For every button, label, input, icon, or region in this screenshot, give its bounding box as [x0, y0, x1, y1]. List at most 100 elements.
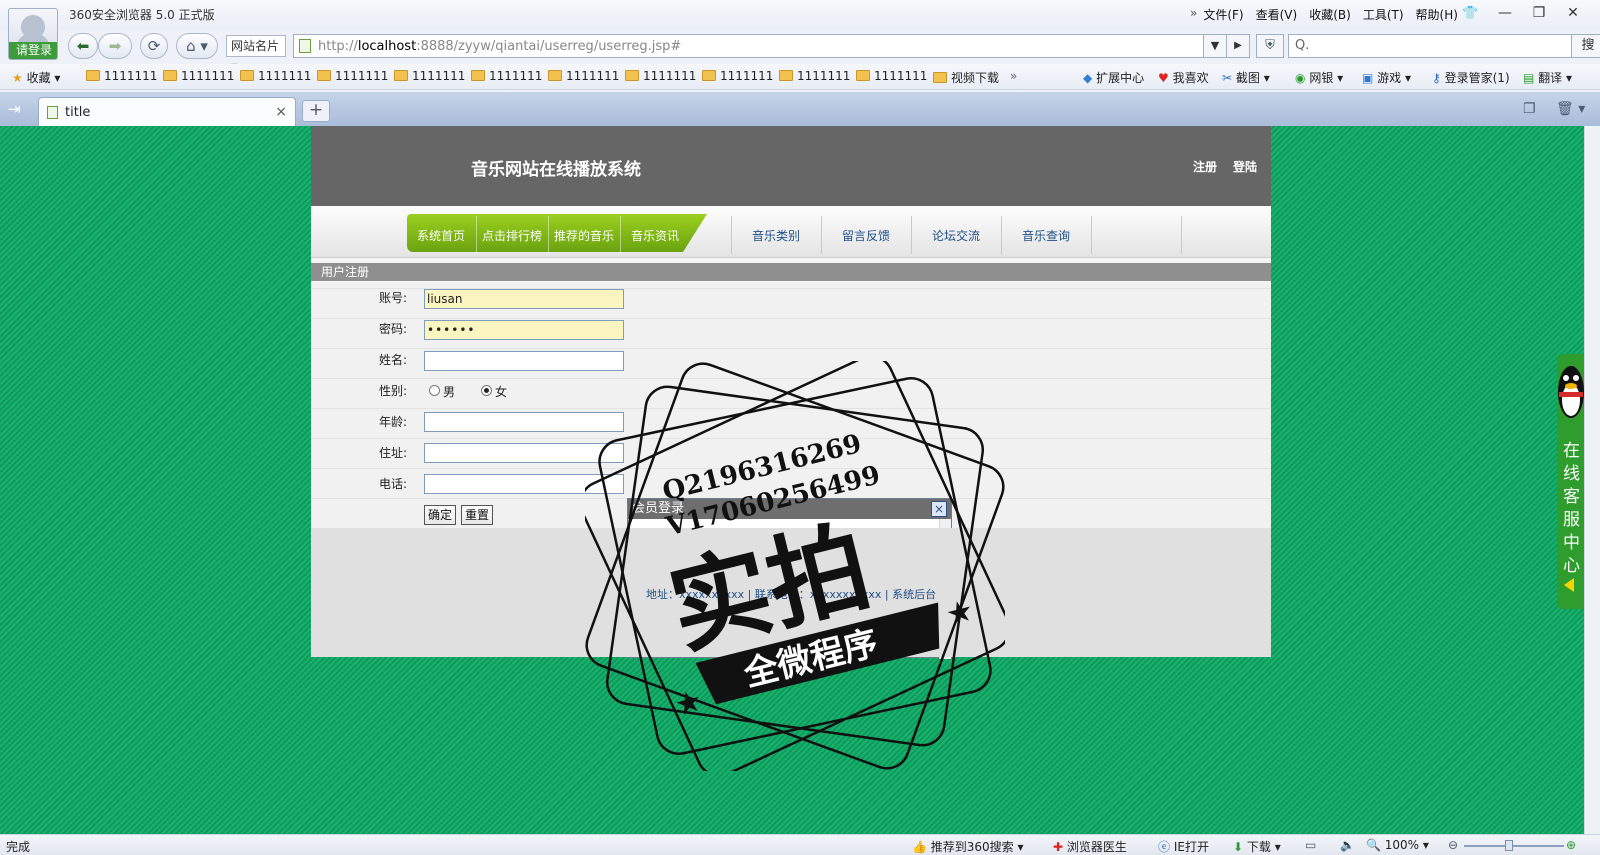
collapse-arrow-icon[interactable] — [1564, 578, 1574, 592]
favorite-item[interactable]: 1111111 — [548, 69, 619, 83]
gender-male-radio[interactable] — [429, 385, 440, 396]
site-card-dropdown[interactable]: 网站名片 ▾ — [226, 35, 286, 73]
screen-icon[interactable]: ▭ — [1305, 838, 1316, 852]
nav-search[interactable]: 音乐查询 — [1022, 227, 1070, 244]
restore-icon[interactable]: ❐ — [1524, 3, 1554, 23]
password-input[interactable]: •••••• — [424, 320, 624, 340]
account-input[interactable]: liusan — [424, 289, 624, 309]
menu-favorites[interactable]: 收藏(B) — [1309, 6, 1351, 23]
address-dropdown-icon[interactable]: ▼ — [1203, 34, 1227, 58]
menu-help[interactable]: 帮助(H) — [1416, 6, 1458, 23]
folder-icon — [548, 70, 562, 81]
online-bank[interactable]: ◉ 网银 ▾ — [1295, 69, 1343, 86]
login-button[interactable]: 请登录 — [9, 42, 57, 59]
favorite-item[interactable]: 1111111 — [471, 69, 542, 83]
open-in-ie[interactable]: ⓔ IE打开 — [1158, 838, 1209, 855]
favorite-item[interactable]: 1111111 — [317, 69, 388, 83]
nav-news[interactable]: 音乐资讯 — [631, 227, 679, 244]
nav-divider — [476, 216, 477, 254]
phone-input[interactable] — [424, 474, 624, 494]
nav-categories[interactable]: 音乐类别 — [752, 227, 800, 244]
zoom-out-icon[interactable]: ⊖ — [1448, 838, 1458, 852]
favorite-item[interactable]: 1111111 — [779, 69, 850, 83]
login-link[interactable]: 登陆 — [1233, 158, 1257, 175]
close-icon[interactable]: × — [931, 501, 947, 517]
go-icon[interactable]: ▶ — [1226, 34, 1250, 58]
folder-icon — [779, 70, 793, 81]
menu-overflow-icon[interactable]: » — [1190, 6, 1197, 23]
page-scrollbar[interactable] — [1584, 126, 1600, 834]
restore-tabs-icon[interactable]: ❐ — [1523, 101, 1536, 117]
close-tab-icon[interactable]: × — [275, 104, 287, 120]
favorites-menu[interactable]: ★ 收藏 ▾ — [12, 69, 60, 86]
zoom-level[interactable]: 🔍 100% ▾ — [1366, 838, 1429, 852]
search-button[interactable]: 搜 — [1571, 34, 1600, 58]
nav-feedback[interactable]: 留言反馈 — [842, 227, 890, 244]
reset-button[interactable]: 重置 — [461, 505, 494, 525]
name-input[interactable] — [424, 351, 624, 371]
address-bar[interactable]: http://localhost:8888/zyyw/qiantai/userr… — [293, 34, 1225, 58]
tab-bar: ⇥ title × + ❐ 🗑 ▾ — [0, 92, 1600, 126]
close-window-icon[interactable]: ✕ — [1558, 3, 1588, 23]
menu-tools[interactable]: 工具(T) — [1363, 6, 1404, 23]
tab-active[interactable]: title × — [38, 97, 296, 126]
address-input[interactable] — [424, 443, 624, 463]
zoom-slider[interactable] — [1464, 845, 1564, 847]
gender-label: 性别: — [379, 384, 408, 398]
extension-center[interactable]: ◆ 扩展中心 — [1083, 69, 1144, 86]
submit-button[interactable]: 确定 — [424, 505, 457, 525]
refresh-icon[interactable]: ⟳ — [140, 33, 168, 59]
favorite-item[interactable]: 1111111 — [86, 69, 157, 83]
favorite-item[interactable]: 1111111 — [702, 69, 773, 83]
gender-female-label: 女 — [495, 385, 508, 399]
star-icon: ★ — [12, 71, 23, 85]
online-service-label[interactable]: 在线客服中心 — [1563, 440, 1580, 578]
sidebar-toggle-icon[interactable]: ⇥ — [8, 99, 28, 119]
favorite-item-video[interactable]: 视频下载 — [933, 69, 999, 86]
security-shield-icon[interactable]: ⛨ — [1256, 34, 1284, 58]
screenshot-tool[interactable]: ✂ 截图 ▾ — [1222, 69, 1270, 86]
nav-divider — [1181, 216, 1182, 254]
forward-arrow-icon[interactable]: ➡ — [98, 33, 132, 59]
back-arrow-icon[interactable]: ⬅ — [68, 33, 98, 59]
search-input[interactable]: Q. — [1288, 34, 1572, 58]
favorite-item[interactable]: 1111111 — [394, 69, 465, 83]
favorites-overflow-icon[interactable]: » — [1010, 69, 1017, 83]
menu-file[interactable]: 文件(F) — [1203, 6, 1243, 23]
favorite-item[interactable]: 1111111 — [163, 69, 234, 83]
translate-icon: ▤ — [1523, 71, 1535, 85]
music-site: 音乐网站在线播放系统 注册 登陆 系统首页 点击排行榜 推荐的音乐 音乐资讯 音… — [311, 126, 1271, 659]
trash-icon[interactable]: 🗑 ▾ — [1556, 101, 1585, 117]
gender-female-radio[interactable] — [481, 385, 492, 396]
page-viewport: 音乐网站在线播放系统 注册 登陆 系统首页 点击排行榜 推荐的音乐 音乐资讯 音… — [0, 126, 1584, 834]
favorite-item[interactable]: 1111111 — [856, 69, 927, 83]
nav-forum[interactable]: 论坛交流 — [932, 227, 980, 244]
qq-penguin-icon[interactable] — [1556, 362, 1584, 422]
zoom-slider-thumb[interactable] — [1505, 840, 1513, 851]
browser-doctor[interactable]: ✚ 浏览器医生 — [1053, 838, 1127, 855]
home-icon[interactable]: ⌂ ▾ — [176, 33, 218, 59]
menu-view[interactable]: 查看(V) — [1256, 6, 1298, 23]
games-menu[interactable]: ▣ 游戏 ▾ — [1362, 69, 1411, 86]
favorites-bar: ★ 收藏 ▾ 1111111 1111111 1111111 1111111 1… — [0, 64, 1600, 90]
age-input[interactable] — [424, 412, 624, 432]
favorite-item[interactable]: 1111111 — [240, 69, 311, 83]
nav-home[interactable]: 系统首页 — [417, 227, 465, 244]
minimize-icon[interactable]: — — [1490, 3, 1520, 23]
downloads[interactable]: ⬇ 下载 ▾ — [1233, 838, 1281, 855]
skin-shirt-icon[interactable]: 👕 — [1462, 7, 1478, 20]
my-likes[interactable]: ♥ 我喜欢 — [1158, 69, 1209, 86]
nav-divider — [731, 216, 732, 254]
user-avatar[interactable]: 请登录 — [8, 8, 58, 60]
translate-tool[interactable]: ▤ 翻译 ▾ — [1523, 69, 1572, 86]
nav-ranking[interactable]: 点击排行榜 — [482, 227, 542, 244]
register-link[interactable]: 注册 — [1193, 158, 1217, 175]
new-tab-button[interactable]: + — [302, 100, 330, 122]
zoom-in-icon[interactable]: ⊕ — [1566, 838, 1576, 852]
nav-recommended[interactable]: 推荐的音乐 — [554, 227, 614, 244]
folder-icon — [86, 70, 100, 81]
login-manager[interactable]: ⚷ 登录管家(1) — [1432, 69, 1510, 86]
favorite-item[interactable]: 1111111 — [625, 69, 696, 83]
recommend-360-search[interactable]: 👍 推荐到360搜索 ▾ — [912, 838, 1024, 855]
speaker-icon[interactable]: 🔈 — [1340, 838, 1355, 852]
